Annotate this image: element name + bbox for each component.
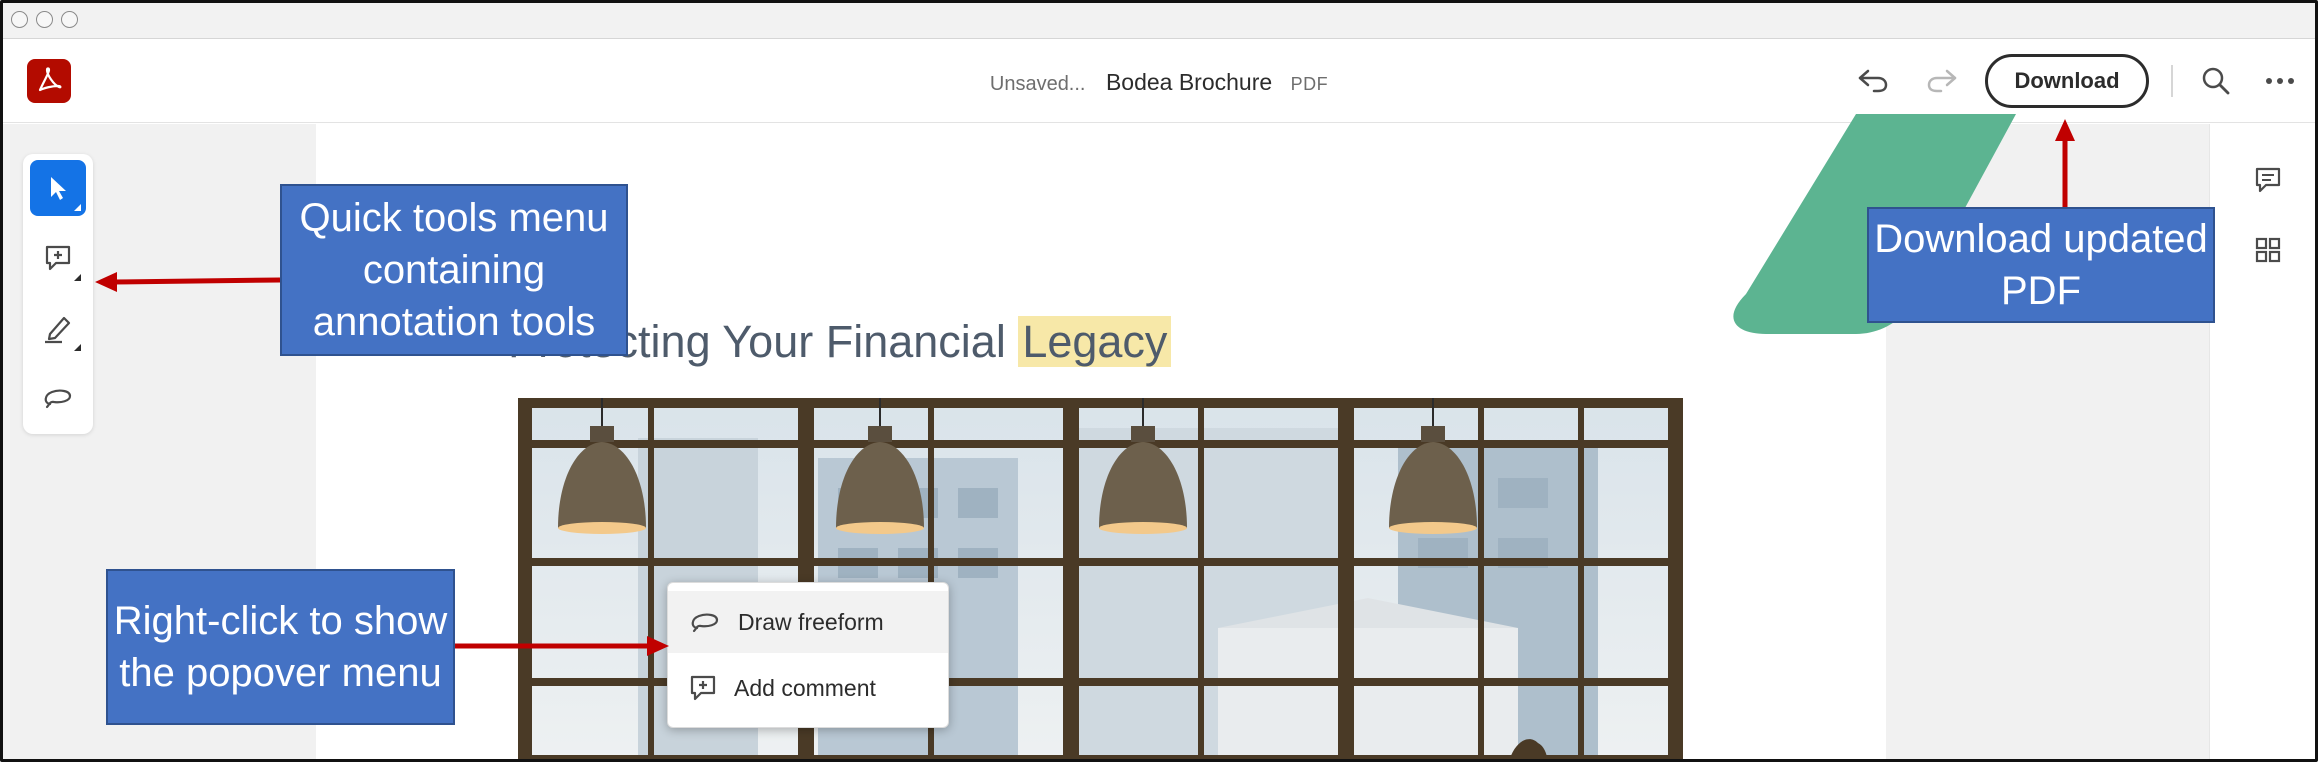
- quick-tools-menu: [23, 154, 93, 434]
- menu-item-label: Add comment: [734, 674, 876, 701]
- doc-type: PDF: [1290, 74, 1329, 94]
- cursor-icon: [51, 177, 66, 200]
- header-divider: [2171, 65, 2173, 97]
- window-minimize-button[interactable]: [36, 11, 53, 28]
- redo-icon[interactable]: [1920, 59, 1964, 103]
- tool-options-indicator: [74, 344, 81, 351]
- window-titlebar: [3, 3, 2315, 39]
- window-close-button[interactable]: [11, 11, 28, 28]
- download-button[interactable]: Download: [1985, 54, 2149, 108]
- app-window: Unsaved... Bodea Brochure PDF Download P…: [0, 0, 2318, 762]
- popover-menu: Draw freeform Add comment: [667, 582, 949, 728]
- doc-name[interactable]: Bodea Brochure: [1106, 69, 1272, 96]
- window-zoom-button[interactable]: [61, 11, 78, 28]
- comment-icon[interactable]: [2250, 162, 2286, 198]
- tool-options-indicator: [74, 274, 81, 281]
- tool-options-indicator: [74, 204, 81, 211]
- grid-icon[interactable]: [2250, 232, 2286, 268]
- select-tool[interactable]: [30, 160, 86, 216]
- more-icon[interactable]: [2258, 59, 2302, 103]
- highlighted-text[interactable]: Legacy: [1018, 316, 1172, 367]
- callout-right-click: Right-click to show the popover menu: [106, 569, 455, 725]
- add-comment-menu-item[interactable]: Add comment: [668, 657, 948, 719]
- highlight-tool[interactable]: [30, 300, 86, 356]
- app-header: Unsaved... Bodea Brochure PDF Download: [3, 39, 2315, 123]
- search-icon[interactable]: [2194, 59, 2238, 103]
- callout-download: Download updated PDF: [1867, 207, 2215, 323]
- lasso-icon: [44, 389, 72, 409]
- comment-add-icon: [45, 245, 71, 271]
- add-comment-tool[interactable]: [30, 230, 86, 286]
- document-title: Unsaved... Bodea Brochure PDF: [3, 69, 2315, 96]
- draw-freeform-menu-item[interactable]: Draw freeform: [668, 591, 948, 653]
- undo-icon[interactable]: [1851, 59, 1895, 103]
- draw-freeform-tool[interactable]: [30, 370, 86, 426]
- pen-icon: [45, 316, 71, 344]
- menu-item-label: Draw freeform: [738, 608, 884, 635]
- comment-add-icon: [690, 675, 716, 701]
- doc-status: Unsaved...: [989, 73, 1086, 95]
- lasso-icon: [691, 613, 719, 633]
- right-rail: [2209, 124, 2315, 759]
- callout-quick-tools: Quick tools menu containing annotation t…: [280, 184, 628, 356]
